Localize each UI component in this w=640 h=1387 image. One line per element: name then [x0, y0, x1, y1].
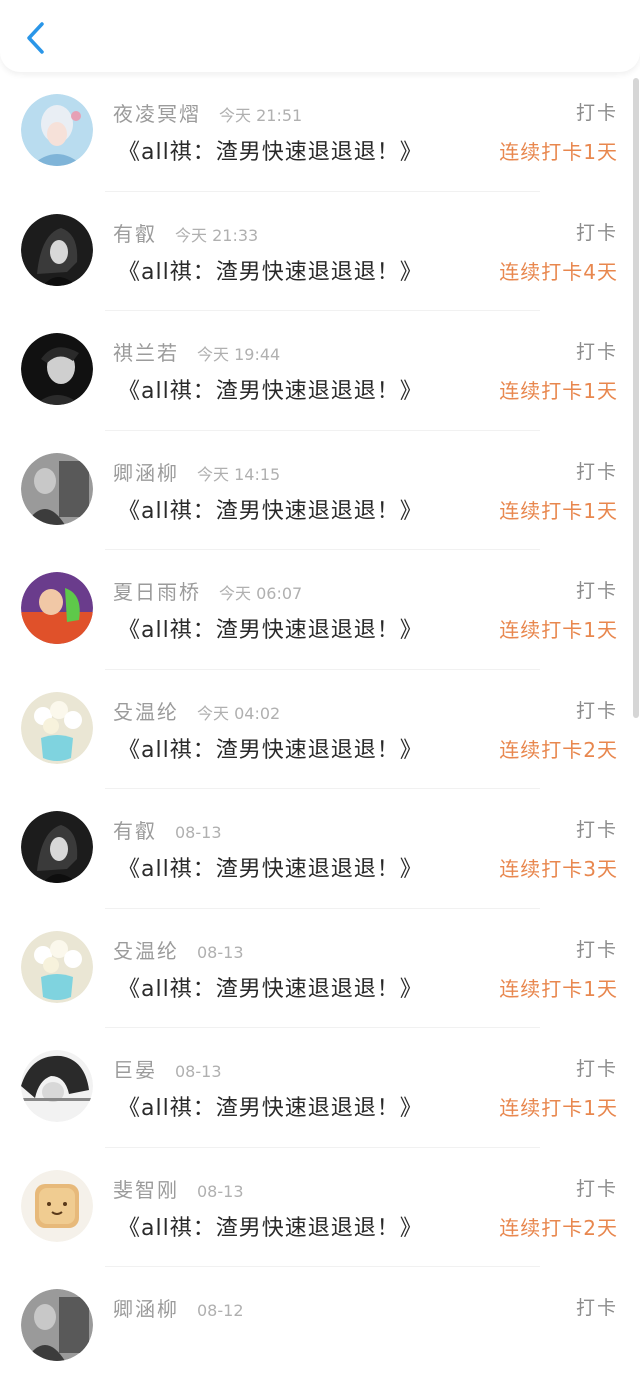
list-item[interactable]: 祺兰若 今天 19:44 《all祺：渣男快速退退退！》 打卡 连续打卡1天 [0, 311, 640, 431]
item-meta: 夏日雨桥 今天 06:07 [113, 576, 302, 605]
list-item[interactable]: 殳温纶 08-13 《all祺：渣男快速退退退！》 打卡 连续打卡1天 [0, 909, 640, 1028]
timestamp: 今天 21:33 [175, 225, 259, 245]
timestamp: 08-12 [197, 1301, 244, 1320]
list-item[interactable]: 夜凌冥熠 今天 21:51 《all祺：渣男快速退退退！》 打卡 连续打卡1天 [0, 72, 640, 192]
user-name[interactable]: 有叡 [113, 218, 157, 247]
streak-label: 连续打卡1天 [499, 498, 618, 523]
streak-label: 连续打卡1天 [499, 140, 618, 164]
timestamp: 今天 04:02 [197, 703, 281, 723]
streak-label: 连续打卡1天 [499, 618, 618, 642]
item-meta: 巨晏 08-13 [113, 1054, 222, 1083]
action-tag: 打卡 [575, 102, 618, 124]
item-meta: 卿涵柳 今天 14:15 [113, 457, 280, 486]
list-item[interactable]: 斐智刚 08-13 《all祺：渣男快速退退退！》 打卡 连续打卡2天 [0, 1148, 640, 1267]
avatar[interactable] [21, 811, 93, 883]
action-tag: 打卡 [575, 341, 618, 363]
book-title: 《all祺：渣男快速退退退！》 [118, 976, 423, 1002]
item-meta: 有叡 今天 21:33 [113, 218, 258, 247]
book-title: 《all祺：渣男快速退退退！》 [118, 379, 423, 404]
avatar[interactable] [21, 1289, 93, 1361]
avatar[interactable] [21, 1050, 93, 1122]
action-tag: 打卡 [575, 1058, 618, 1080]
user-name[interactable]: 卿涵柳 [113, 1293, 179, 1322]
book-title: 《all祺：渣男快速退退退！》 [118, 1096, 423, 1121]
item-meta: 卿涵柳 08-12 [113, 1293, 244, 1322]
streak-label: 连续打卡3天 [499, 857, 618, 881]
action-tag: 打卡 [575, 1297, 618, 1319]
avatar[interactable] [21, 94, 93, 166]
item-meta: 斐智刚 08-13 [113, 1174, 244, 1203]
timestamp: 今天 21:51 [219, 106, 303, 125]
book-title: 《all祺：渣男快速退退退！》 [118, 857, 423, 882]
avatar[interactable] [21, 333, 93, 405]
streak-label: 连续打卡1天 [499, 379, 618, 403]
timestamp: 08-13 [197, 942, 244, 962]
user-name[interactable]: 斐智刚 [113, 1174, 179, 1203]
item-meta: 殳温纶 今天 04:02 [113, 696, 280, 725]
timestamp: 今天 14:15 [197, 464, 281, 484]
user-name[interactable]: 卿涵柳 [113, 457, 179, 486]
action-tag: 打卡 [575, 699, 618, 722]
streak-label: 连续打卡2天 [499, 1215, 618, 1240]
action-tag: 打卡 [575, 460, 618, 483]
list-item[interactable]: 有叡 今天 21:33 《all祺：渣男快速退退退！》 打卡 连续打卡4天 [0, 192, 640, 311]
book-title: 《all祺：渣男快速退退退！》 [118, 259, 423, 285]
timestamp: 08-13 [197, 1181, 244, 1201]
list-item[interactable]: 有叡 08-13 《all祺：渣男快速退退退！》 打卡 连续打卡3天 [0, 789, 640, 909]
chevron-left-icon[interactable] [22, 20, 52, 56]
action-tag: 打卡 [575, 580, 618, 602]
streak-label: 连续打卡1天 [499, 1096, 618, 1120]
list-item[interactable]: 殳温纶 今天 04:02 《all祺：渣男快速退退退！》 打卡 连续打卡2天 [0, 670, 640, 789]
book-title: 《all祺：渣男快速退退退！》 [118, 498, 423, 524]
scrollbar[interactable] [633, 78, 639, 718]
timestamp: 今天 19:44 [197, 345, 281, 364]
user-name[interactable]: 夏日雨桥 [113, 576, 201, 605]
item-meta: 祺兰若 今天 19:44 [113, 337, 280, 366]
list-item[interactable]: 夏日雨桥 今天 06:07 《all祺：渣男快速退退退！》 打卡 连续打卡1天 [0, 550, 640, 670]
book-title: 《all祺：渣男快速退退退！》 [118, 140, 423, 165]
book-title: 《all祺：渣男快速退退退！》 [118, 618, 423, 643]
streak-label: 连续打卡1天 [499, 976, 618, 1001]
avatar[interactable] [21, 1169, 93, 1242]
action-tag: 打卡 [575, 819, 618, 841]
user-name[interactable]: 巨晏 [113, 1054, 157, 1083]
streak-label: 连续打卡2天 [499, 737, 618, 762]
avatar[interactable] [21, 572, 93, 644]
checkin-list: 夜凌冥熠 今天 21:51 《all祺：渣男快速退退退！》 打卡 连续打卡1天 … [0, 72, 640, 1387]
top-bar [0, 0, 640, 72]
item-meta: 有叡 08-13 [113, 815, 222, 844]
action-tag: 打卡 [575, 221, 618, 244]
list-item[interactable]: 卿涵柳 今天 14:15 《all祺：渣男快速退退退！》 打卡 连续打卡1天 [0, 431, 640, 550]
avatar[interactable] [21, 930, 93, 1003]
avatar[interactable] [21, 213, 93, 286]
user-name[interactable]: 夜凌冥熠 [113, 98, 201, 127]
user-name[interactable]: 殳温纶 [113, 696, 179, 725]
timestamp: 今天 06:07 [219, 584, 303, 603]
user-name[interactable]: 有叡 [113, 815, 157, 844]
action-tag: 打卡 [575, 1177, 618, 1200]
action-tag: 打卡 [575, 938, 618, 961]
item-meta: 殳温纶 08-13 [113, 935, 244, 964]
avatar[interactable] [21, 452, 93, 525]
book-title: 《all祺：渣男快速退退退！》 [118, 737, 423, 763]
user-name[interactable]: 祺兰若 [113, 337, 179, 366]
list-item[interactable]: 巨晏 08-13 《all祺：渣男快速退退退！》 打卡 连续打卡1天 [0, 1028, 640, 1148]
avatar[interactable] [21, 691, 93, 764]
timestamp: 08-13 [175, 823, 222, 842]
streak-label: 连续打卡4天 [499, 259, 618, 284]
timestamp: 08-13 [175, 1062, 222, 1081]
book-title: 《all祺：渣男快速退退退！》 [118, 1215, 423, 1241]
user-name[interactable]: 殳温纶 [113, 935, 179, 964]
list-item[interactable]: 卿涵柳 08-12 打卡 [0, 1267, 640, 1387]
item-meta: 夜凌冥熠 今天 21:51 [113, 98, 302, 127]
